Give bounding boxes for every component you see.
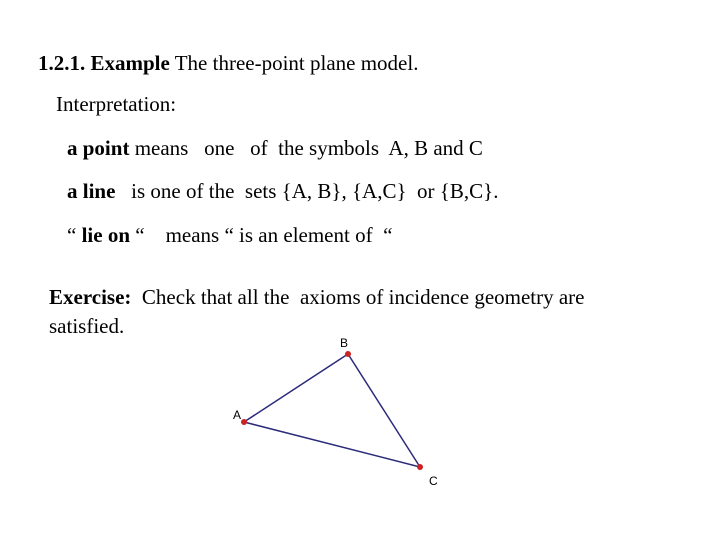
- point-a: [241, 419, 247, 425]
- label-b: B: [340, 336, 348, 350]
- edge-ac: [243, 421, 421, 468]
- label-c: C: [429, 474, 438, 488]
- triangle-figure: A B C: [233, 336, 438, 488]
- point-b: [345, 351, 351, 357]
- label-a: A: [233, 408, 241, 422]
- edge-bc: [347, 353, 421, 468]
- edge-ab: [243, 353, 349, 423]
- point-c: [417, 464, 423, 470]
